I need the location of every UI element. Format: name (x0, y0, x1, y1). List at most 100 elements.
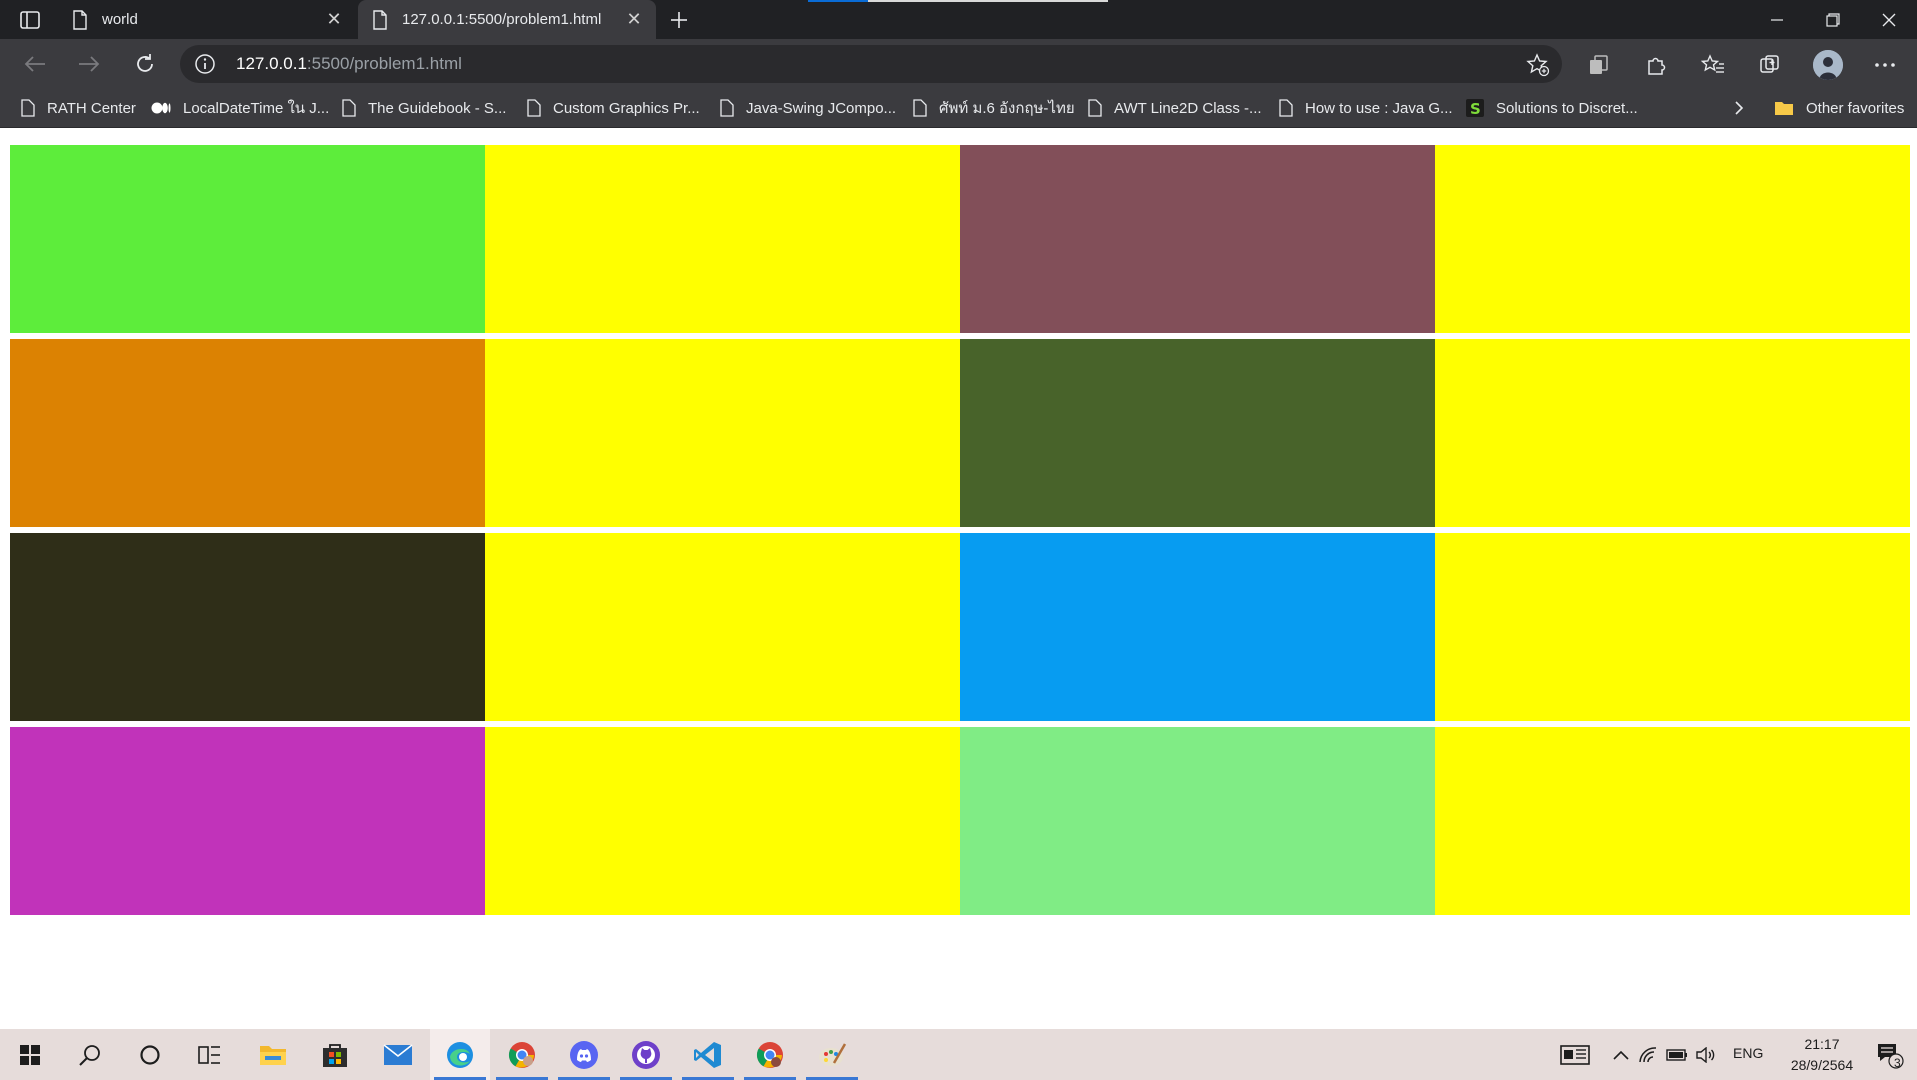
speaker-icon (1696, 1046, 1715, 1063)
medium-icon (151, 102, 171, 114)
task-view-icon (198, 1045, 220, 1064)
restore-icon (1826, 12, 1840, 27)
browser-toolbar: 127.0.0.1:5500/problem1.html (0, 39, 1917, 89)
favorite-item[interactable]: How to use : Java G... (1279, 89, 1453, 127)
favorites-star-icon (1701, 54, 1724, 73)
store-bag-icon (323, 1043, 347, 1067)
favorite-item[interactable]: ศัพท์ ม.6 อังกฤษ-ไทย (913, 89, 1075, 127)
chrome-icon (508, 1041, 535, 1068)
info-icon[interactable] (194, 53, 216, 75)
favorite-label: Java-Swing JCompo... (746, 99, 897, 117)
taskbar-discord[interactable] (554, 1029, 614, 1080)
wifi-icon (1639, 1046, 1657, 1062)
search-button[interactable] (60, 1029, 120, 1080)
taskbar-chrome-profile[interactable] (740, 1029, 800, 1080)
notification-center-button[interactable]: 3 (1866, 1029, 1914, 1080)
add-favorite-icon[interactable] (1526, 53, 1550, 77)
plus-icon (671, 12, 687, 28)
close-window-button[interactable] (1861, 0, 1917, 39)
extensions-button[interactable] (1643, 52, 1669, 78)
tray-news-button[interactable] (1551, 1029, 1599, 1080)
tab-actions-icon (20, 11, 40, 29)
settings-more-button[interactable] (1872, 52, 1898, 78)
tab-world[interactable]: world ✕ (58, 0, 356, 39)
tray-network-button[interactable] (1636, 1029, 1662, 1080)
grid-row (10, 145, 1910, 333)
tray-overflow-button[interactable] (1608, 1029, 1634, 1080)
color-block (485, 533, 960, 721)
favorite-item[interactable]: LocalDateTime ใน J... (151, 89, 329, 127)
color-block (1435, 145, 1910, 333)
minimize-button[interactable] (1749, 0, 1805, 39)
start-button[interactable] (0, 1029, 60, 1080)
taskbar-github-desktop[interactable] (616, 1029, 676, 1080)
page-icon (373, 9, 387, 30)
page-icon (342, 99, 356, 117)
task-view-button[interactable] (180, 1029, 240, 1080)
battery-icon (1666, 1048, 1687, 1061)
search-icon (79, 1044, 100, 1066)
cortana-button[interactable] (120, 1029, 180, 1080)
close-tab-icon[interactable]: ✕ (320, 6, 348, 34)
tab-actions-button[interactable] (12, 6, 48, 34)
tab-title: 127.0.0.1:5500/problem1.html (402, 11, 602, 28)
address-bar[interactable]: 127.0.0.1:5500/problem1.html (180, 45, 1562, 83)
grid-row (10, 339, 1910, 527)
favorite-item[interactable]: The Guidebook - S... (342, 89, 506, 127)
discord-icon (570, 1040, 598, 1069)
profile-avatar[interactable] (1813, 50, 1843, 80)
color-grid (10, 145, 1910, 921)
clock[interactable]: 21:17 28/9/2564 (1782, 1034, 1862, 1076)
chevron-up-icon (1613, 1050, 1629, 1060)
refresh-button[interactable] (127, 46, 163, 82)
mail-icon (383, 1043, 413, 1065)
svg-text:S: S (1470, 100, 1481, 117)
loading-indicator-track (868, 0, 1108, 2)
s-icon: S (1466, 99, 1484, 117)
tray-battery-button[interactable] (1664, 1029, 1690, 1080)
grid-row (10, 533, 1910, 721)
favorite-label: ศัพท์ ม.6 อังกฤษ-ไทย (939, 100, 1075, 117)
taskbar-file-explorer[interactable] (243, 1029, 303, 1080)
favorite-item[interactable]: AWT Line2D Class -... (1088, 89, 1262, 127)
color-block (960, 727, 1435, 915)
favorite-item[interactable]: Custom Graphics Pr... (527, 89, 700, 127)
favorite-label: Solutions to Discret... (1496, 99, 1638, 117)
grid-row (10, 727, 1910, 915)
favorite-item[interactable]: Java-Swing JCompo... (720, 89, 896, 127)
copy-icon (1590, 55, 1608, 74)
news-icon (1560, 1044, 1590, 1065)
taskbar-mail[interactable] (368, 1029, 428, 1080)
tab-problem1[interactable]: 127.0.0.1:5500/problem1.html ✕ (358, 0, 656, 39)
favorite-item[interactable]: RATH Center (21, 89, 136, 127)
favorites-button[interactable] (1700, 52, 1726, 78)
favorite-label: AWT Line2D Class -... (1114, 99, 1262, 117)
color-block (1435, 727, 1910, 915)
favorite-label: The Guidebook - S... (368, 99, 507, 117)
tray-volume-button[interactable] (1692, 1029, 1720, 1080)
collections-button[interactable] (1757, 52, 1783, 78)
forward-button[interactable] (71, 46, 107, 82)
back-button[interactable] (17, 46, 53, 82)
color-block (1435, 533, 1910, 721)
taskbar-chrome[interactable] (492, 1029, 552, 1080)
reading-view-button[interactable] (1586, 52, 1612, 78)
taskbar-store[interactable] (305, 1029, 365, 1080)
close-tab-icon[interactable]: ✕ (620, 6, 648, 34)
new-tab-button[interactable] (664, 6, 694, 34)
color-block (960, 145, 1435, 333)
taskbar-edge[interactable] (430, 1029, 490, 1080)
vscode-icon (694, 1041, 721, 1068)
favorites-overflow-button[interactable] (1734, 89, 1744, 127)
other-favorites-folder[interactable]: Other favorites (1774, 89, 1904, 127)
puzzle-icon (1648, 57, 1666, 75)
favorite-item[interactable]: S Solutions to Discret... (1466, 89, 1638, 127)
taskbar-paint[interactable] (802, 1029, 862, 1080)
language-indicator[interactable]: ENG (1733, 1045, 1763, 1061)
color-block (1435, 339, 1910, 527)
color-block (485, 727, 960, 915)
url-host: 127.0.0.1 (236, 54, 307, 73)
taskbar-vscode[interactable] (678, 1029, 738, 1080)
favorites-bar: RATH Center LocalDateTime ใน J... The Gu… (0, 89, 1917, 128)
restore-button[interactable] (1805, 0, 1861, 39)
